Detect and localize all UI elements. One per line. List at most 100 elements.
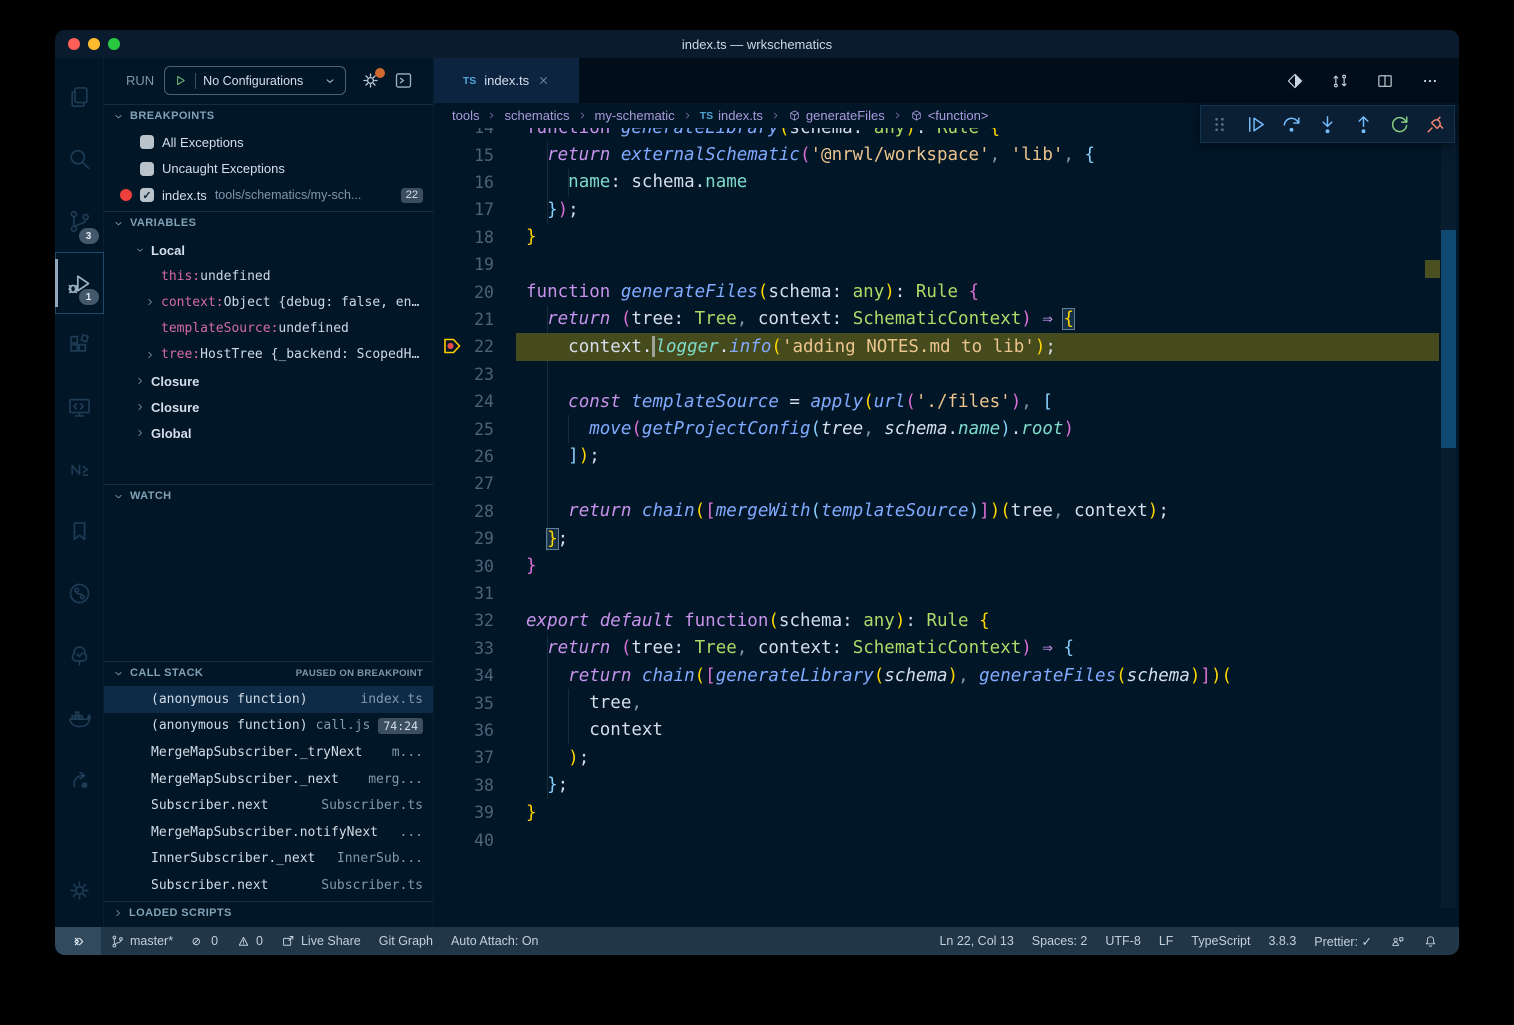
configure-gear-button[interactable] [360,70,381,91]
line-number[interactable]: 23 [434,361,494,388]
status-item-auto-attach[interactable]: Auto Attach: On [442,927,548,955]
breakpoint-row[interactable]: Uncaught Exceptions [104,156,433,182]
variables-section-header[interactable]: VARIABLES [104,211,433,234]
call-stack-section-header[interactable]: CALL STACK PAUSED ON BREAKPOINT [104,661,433,684]
code-line[interactable]: 31 [434,580,1459,607]
breakpoint-row[interactable]: All Exceptions [104,129,433,155]
breadcrumb-item-myschematic[interactable]: my-schematic [595,108,675,123]
minimize-window-button[interactable] [88,38,100,50]
line-number[interactable]: 38 [434,772,494,799]
status-item-prettier[interactable]: Prettier: ✓ [1305,927,1381,955]
line-number[interactable]: 27 [434,470,494,497]
breakpoint-checkbox[interactable] [140,135,154,149]
stack-frame-row[interactable]: MergeMapSubscriber._tryNextm... [104,739,433,766]
code-line[interactable]: 36 context [434,717,1459,744]
code-line[interactable]: 16 name: schema.name [434,169,1459,196]
line-number[interactable]: 15 [434,141,494,168]
code-line[interactable]: 15 return externalSchematic('@nrwl/works… [434,141,1459,168]
line-number[interactable]: 35 [434,689,494,716]
variable-row[interactable]: templateSource: undefined [104,316,433,342]
run-debug-activity-item[interactable]: 1 [55,252,104,314]
live-share-activity-activity-item[interactable] [56,748,103,810]
zoom-window-button[interactable] [108,38,120,50]
line-number[interactable]: 14 [434,128,494,141]
code-line[interactable]: 35 tree, [434,689,1459,716]
status-item-notifications[interactable] [1414,927,1447,955]
code-line[interactable]: 23 [434,361,1459,388]
loaded-scripts-section-header[interactable]: LOADED SCRIPTS [104,901,433,924]
docker-activity-item[interactable] [56,686,103,748]
step-into-button[interactable] [1316,113,1339,136]
explorer-activity-item[interactable] [56,66,103,128]
code-line[interactable]: 39} [434,799,1459,826]
status-item-indentation[interactable]: Spaces: 2 [1023,927,1097,955]
line-number[interactable]: 25 [434,415,494,442]
breadcrumb-item-function[interactable]: <function> [910,108,989,123]
more-actions-button[interactable] [1421,72,1439,90]
start-debug-icon[interactable] [173,73,188,88]
stack-frame-row[interactable]: (anonymous function)index.ts [104,686,433,713]
stack-frame-row[interactable]: MergeMapSubscriber.notifyNext... [104,819,433,846]
watch-section-header[interactable]: WATCH [104,484,433,507]
split-editor-button[interactable] [1376,72,1394,90]
status-item-errors[interactable]: 0 [182,927,227,955]
bookmarks-activity-item[interactable] [56,500,103,562]
variable-row[interactable]: context: Object {debug: false, en… [104,289,433,315]
code-line[interactable]: 27 [434,470,1459,497]
code-line[interactable]: 29 }; [434,525,1459,552]
step-out-button[interactable] [1352,113,1375,136]
variable-row[interactable]: tree: HostTree {_backend: ScopedH… [104,342,433,368]
line-number[interactable]: 17 [434,196,494,223]
code-line[interactable]: 22 context.logger.info('adding NOTES.md … [434,333,1459,360]
source-control-activity-item[interactable]: 3 [56,190,103,252]
code-line[interactable]: 34 return chain([generateLibrary(schema)… [434,662,1459,689]
code-line[interactable]: 17 }); [434,196,1459,223]
line-number[interactable]: 36 [434,717,494,744]
status-item-live-share[interactable]: Live Share [272,927,370,955]
stack-frame-row[interactable]: Subscriber.nextSubscriber.ts [104,792,433,819]
breakpoint-row[interactable]: ✓index.tstools/schematics/my-sch...22 [104,182,433,208]
code-line[interactable]: 37 ); [434,744,1459,771]
continue-button[interactable] [1244,113,1267,136]
gitlens-activity-item[interactable] [56,562,103,624]
line-number[interactable]: 40 [434,826,494,853]
line-number[interactable]: 30 [434,552,494,579]
line-number[interactable]: 28 [434,498,494,525]
step-over-button[interactable] [1280,113,1303,136]
code-line[interactable]: 19 [434,251,1459,278]
line-number[interactable]: 37 [434,744,494,771]
variable-row[interactable]: Global [104,420,433,446]
status-item-git-branch[interactable]: master* [101,927,182,955]
line-number[interactable]: 18 [434,224,494,251]
disconnect-button[interactable] [1424,113,1447,136]
status-item-git-graph[interactable]: Git Graph [370,927,442,955]
code-line[interactable]: 18} [434,224,1459,251]
line-number[interactable]: 21 [434,306,494,333]
line-number[interactable]: 31 [434,580,494,607]
code-line[interactable]: 30} [434,552,1459,579]
line-number[interactable]: 20 [434,278,494,305]
line-number[interactable]: 39 [434,799,494,826]
launch-config-dropdown[interactable]: No Configurations [164,66,346,95]
line-number[interactable]: 26 [434,443,494,470]
stack-frame-row[interactable]: (anonymous function)call.js74:24 [104,713,433,740]
breakpoint-checkbox[interactable]: ✓ [140,188,154,202]
nx-console-activity-item[interactable] [56,438,103,500]
breadcrumb-item-generatefiles[interactable]: generateFiles [788,108,885,123]
code-line[interactable]: 33 return (tree: Tree, context: Schemati… [434,635,1459,662]
breadcrumb-item-indexts[interactable]: TSindex.ts [700,108,763,123]
code-editor[interactable]: 14function generateLibrary(schema: any):… [434,128,1459,927]
breakpoints-section-header[interactable]: BREAKPOINTS [104,104,433,127]
open-changes-button[interactable] [1286,72,1304,90]
code-line[interactable]: 25 move(getProjectConfig(tree, schema.na… [434,415,1459,442]
code-line[interactable]: 20function generateFiles(schema: any): R… [434,278,1459,305]
restart-button[interactable] [1388,113,1411,136]
variable-row[interactable]: this: undefined [104,263,433,289]
remote-explorer-activity-item[interactable] [56,376,103,438]
status-item-eol[interactable]: LF [1150,927,1183,955]
status-item-warnings[interactable]: 0 [227,927,272,955]
search-activity-item[interactable] [56,128,103,190]
line-number[interactable]: 29 [434,525,494,552]
status-item-ts-version[interactable]: 3.8.3 [1259,927,1305,955]
code-line[interactable]: 38 }; [434,772,1459,799]
